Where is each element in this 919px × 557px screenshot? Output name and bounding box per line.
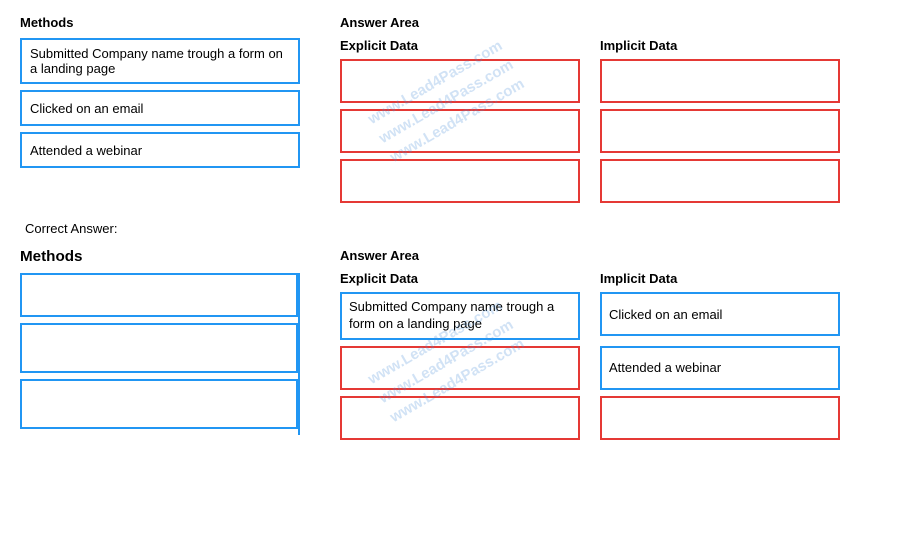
methods-column-bottom: Methods: [20, 248, 300, 440]
methods-label-bottom: Methods: [20, 248, 300, 265]
method-empty-1[interactable]: [20, 273, 298, 317]
implicit-empty-3[interactable]: [600, 396, 840, 440]
explicit-data-header-bottom: Explicit Data: [340, 271, 580, 286]
bottom-answer-row-3: [340, 396, 899, 440]
top-section: Methods Submitted Company name trough a …: [20, 15, 899, 203]
answer-headers-top: Explicit Data Implicit Data: [340, 38, 899, 53]
methods-label-top: Methods: [20, 15, 300, 30]
method-item-2[interactable]: Clicked on an email: [20, 90, 300, 126]
method-empty-3[interactable]: [20, 379, 298, 429]
implicit-data-header-top: Implicit Data: [600, 38, 840, 53]
bottom-answer-row-1: Submitted Company name trough a form on …: [340, 292, 899, 340]
bottom-answer-rows: Submitted Company name trough a form on …: [340, 292, 899, 440]
answer-row-2-top: [340, 109, 899, 153]
implicit-filled-2[interactable]: Attended a webinar: [600, 346, 840, 390]
answer-area-label-top: Answer Area: [340, 15, 899, 30]
correct-answer-label: Correct Answer:: [20, 221, 899, 236]
implicit-data-header-bottom: Implicit Data: [600, 271, 840, 286]
explicit-box-3-top[interactable]: [340, 159, 580, 203]
explicit-box-2-top[interactable]: [340, 109, 580, 153]
method-item-1[interactable]: Submitted Company name trough a form on …: [20, 38, 300, 84]
explicit-filled-1[interactable]: Submitted Company name trough a form on …: [340, 292, 580, 340]
answer-area-bottom: Answer Area Explicit Data Implicit Data …: [340, 248, 899, 440]
explicit-empty-2[interactable]: [340, 346, 580, 390]
answer-area-label-bottom: Answer Area: [340, 248, 899, 263]
implicit-box-1-top[interactable]: [600, 59, 840, 103]
explicit-box-1-top[interactable]: [340, 59, 580, 103]
answer-area-top: Answer Area Explicit Data Implicit Data: [340, 15, 899, 203]
method-empty-2[interactable]: [20, 323, 298, 373]
bottom-section: Methods Answer Area Explicit Data Implic…: [20, 248, 899, 440]
methods-column-top: Methods Submitted Company name trough a …: [20, 15, 300, 203]
explicit-empty-3[interactable]: [340, 396, 580, 440]
main-container: Methods Submitted Company name trough a …: [0, 0, 919, 455]
method-item-3[interactable]: Attended a webinar: [20, 132, 300, 168]
answer-rows-top: [340, 59, 899, 203]
answer-row-3-top: [340, 159, 899, 203]
implicit-box-3-top[interactable]: [600, 159, 840, 203]
explicit-data-header-top: Explicit Data: [340, 38, 580, 53]
implicit-box-2-top[interactable]: [600, 109, 840, 153]
answer-headers-bottom: Explicit Data Implicit Data: [340, 271, 899, 286]
bottom-answer-row-2: Attended a webinar: [340, 346, 899, 390]
answer-row-1-top: [340, 59, 899, 103]
implicit-filled-1[interactable]: Clicked on an email: [600, 292, 840, 336]
